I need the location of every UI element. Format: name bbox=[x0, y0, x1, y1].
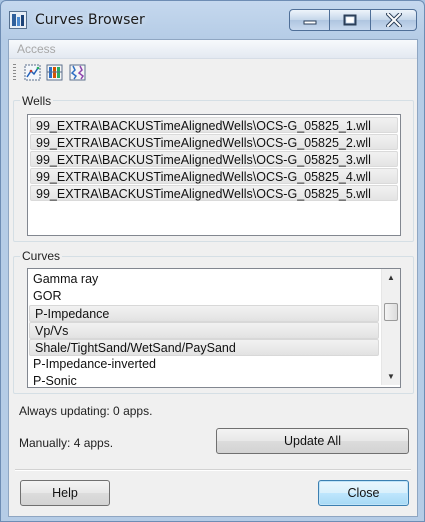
well-list-item[interactable]: 99_EXTRA\BACKUSTimeAlignedWells\OCS-G_05… bbox=[30, 151, 398, 167]
close-icon bbox=[385, 13, 402, 27]
maximize-button[interactable] bbox=[330, 9, 371, 31]
curves-browser-window: Curves Browser Access Wells 99_EXTRA\BAC… bbox=[0, 0, 425, 522]
always-updating-status: Always updating: 0 apps. bbox=[19, 404, 153, 418]
curve-list-item[interactable]: Shale/TightSand/WetSand/PaySand bbox=[29, 339, 379, 356]
curves-list[interactable]: Gamma ray GOR P-Impedance Vp/Vs Shale/TightS… bbox=[27, 268, 401, 388]
help-button[interactable]: Help bbox=[20, 480, 110, 506]
scroll-down-button[interactable]: ▼ bbox=[382, 368, 400, 385]
window-title: Curves Browser bbox=[35, 12, 145, 28]
toolbar-grip[interactable] bbox=[13, 64, 16, 80]
column-grid-icon[interactable] bbox=[46, 64, 63, 81]
arrow-up-icon: ▲ bbox=[387, 273, 395, 282]
maximize-icon bbox=[343, 14, 357, 26]
arrow-down-icon: ▼ bbox=[387, 372, 395, 381]
menu-bar: Access bbox=[9, 40, 417, 59]
toolbar bbox=[9, 59, 417, 85]
curve-list-item[interactable]: GOR bbox=[28, 288, 380, 305]
curve-chart-icon[interactable] bbox=[69, 64, 86, 81]
wells-list[interactable]: 99_EXTRA\BACKUSTimeAlignedWells\OCS-G_05… bbox=[27, 114, 401, 236]
well-list-item[interactable]: 99_EXTRA\BACKUSTimeAlignedWells\OCS-G_05… bbox=[30, 134, 398, 150]
curve-list-item[interactable]: P-Impedance bbox=[29, 305, 379, 322]
menu-access[interactable]: Access bbox=[17, 42, 56, 56]
close-button[interactable]: Close bbox=[318, 480, 409, 506]
curve-list-item[interactable]: Gamma ray bbox=[28, 271, 380, 288]
minimize-button[interactable] bbox=[289, 9, 330, 31]
curves-scrollbar[interactable]: ▲ ▼ bbox=[381, 269, 400, 385]
separator bbox=[15, 469, 411, 471]
select-all-icon[interactable] bbox=[24, 64, 41, 81]
title-bar[interactable]: Curves Browser bbox=[1, 1, 424, 39]
update-all-button[interactable]: Update All bbox=[216, 428, 409, 454]
well-list-item[interactable]: 99_EXTRA\BACKUSTimeAlignedWells\OCS-G_05… bbox=[30, 168, 398, 184]
client-area: Access Wells 99_EXTRA\BACKUSTimeAlignedW… bbox=[8, 39, 418, 517]
curve-list-item[interactable]: P-Sonic bbox=[28, 373, 380, 387]
curve-list-item[interactable]: Vp/Vs bbox=[29, 322, 379, 339]
scroll-thumb[interactable] bbox=[384, 303, 398, 321]
scroll-up-button[interactable]: ▲ bbox=[382, 269, 400, 286]
wells-label: Wells bbox=[20, 94, 54, 108]
manual-updating-status: Manually: 4 apps. bbox=[19, 436, 114, 450]
app-icon bbox=[9, 11, 27, 29]
curve-list-item[interactable]: P-Impedance-inverted bbox=[28, 356, 380, 373]
curves-label: Curves bbox=[20, 249, 63, 263]
well-list-item[interactable]: 99_EXTRA\BACKUSTimeAlignedWells\OCS-G_05… bbox=[30, 185, 398, 201]
window-close-button[interactable] bbox=[371, 9, 417, 31]
minimize-icon bbox=[303, 20, 316, 25]
well-list-item[interactable]: 99_EXTRA\BACKUSTimeAlignedWells\OCS-G_05… bbox=[30, 117, 398, 133]
